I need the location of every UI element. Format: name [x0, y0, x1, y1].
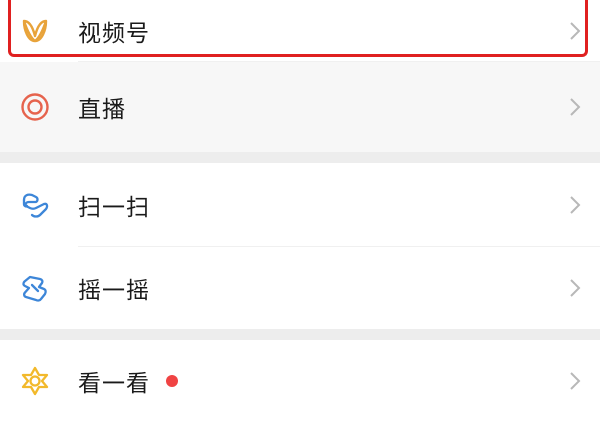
section-gap [0, 329, 600, 340]
section-gap [0, 152, 600, 163]
live-icon [20, 92, 50, 122]
chevron-right-icon [568, 96, 582, 118]
menu-item-shake[interactable]: 摇一摇 [0, 247, 600, 329]
chevron-right-icon [568, 20, 582, 42]
top-stories-icon [20, 366, 50, 396]
menu-item-label: 看一看 [78, 371, 150, 397]
menu-group-scan: 扫一扫 摇一摇 [0, 163, 600, 329]
menu-group-channels: 视频号 直播 [0, 0, 600, 152]
menu-item-label: 摇一摇 [78, 278, 150, 304]
chevron-right-icon [568, 370, 582, 392]
chevron-right-icon [568, 194, 582, 216]
menu-item-label: 视频号 [78, 21, 150, 47]
menu-item-live[interactable]: 直播 [0, 62, 600, 152]
menu-item-label: 直播 [78, 97, 126, 123]
scan-icon [20, 190, 50, 220]
chevron-right-icon [568, 277, 582, 299]
menu-item-scan[interactable]: 扫一扫 [0, 163, 600, 247]
menu-group-discover: 看一看 [0, 340, 600, 422]
unread-badge-dot [166, 375, 178, 387]
menu-item-label: 扫一扫 [78, 195, 150, 221]
shake-icon [20, 273, 50, 303]
menu-item-top-stories[interactable]: 看一看 [0, 340, 600, 422]
channels-icon [20, 16, 50, 46]
menu-item-channels[interactable]: 视频号 [0, 0, 600, 62]
